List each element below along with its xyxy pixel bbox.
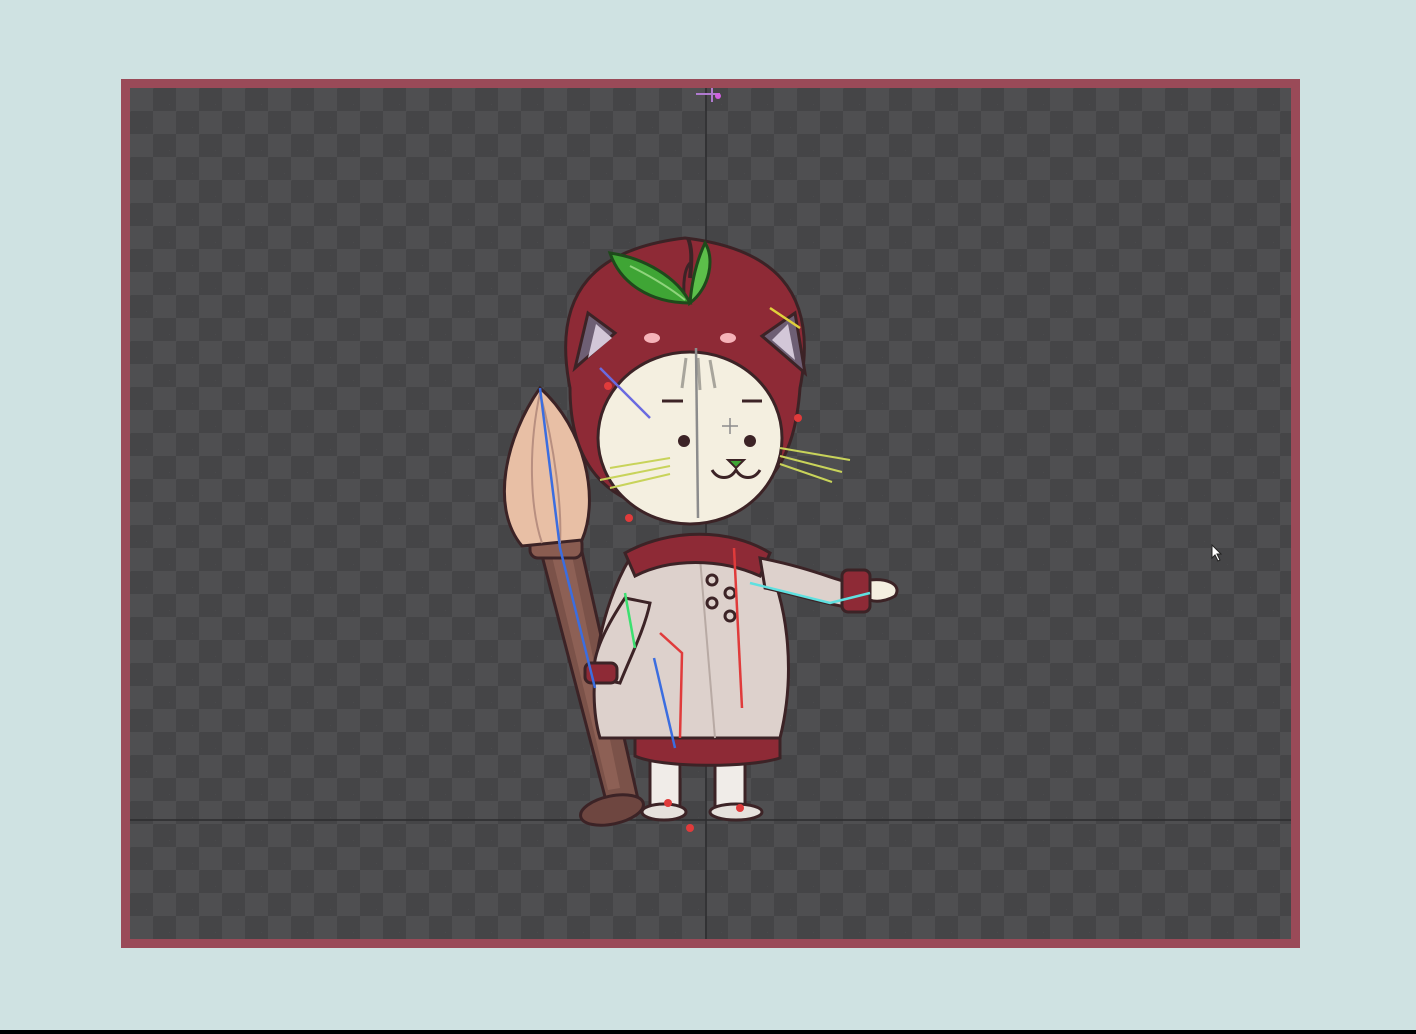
mouse-pointer-icon xyxy=(1211,544,1223,562)
animation-viewport[interactable] xyxy=(121,79,1300,948)
origin-marker-icon[interactable] xyxy=(696,88,721,102)
character-legs[interactable] xyxy=(633,726,782,822)
character-head[interactable] xyxy=(564,236,851,526)
character-canvas[interactable] xyxy=(130,88,1291,939)
screen-bottom-edge xyxy=(0,1030,1416,1034)
